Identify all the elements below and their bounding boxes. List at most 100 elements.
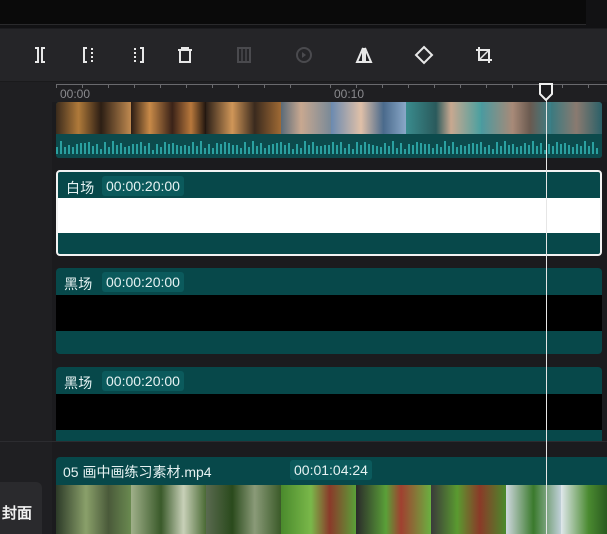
waveform-bar <box>208 144 210 154</box>
delete-icon[interactable] <box>173 43 197 67</box>
mirror-icon[interactable] <box>352 43 376 67</box>
waveform-bar <box>500 146 502 154</box>
black-clip-body <box>56 295 602 331</box>
waveform-bar <box>92 146 94 154</box>
cover-button[interactable]: 封面 <box>0 482 42 534</box>
timeline-toolbar <box>0 29 607 82</box>
waveform-bar <box>356 142 358 154</box>
ruler-tick <box>108 84 109 88</box>
crop-icon[interactable] <box>472 43 496 67</box>
waveform-bar <box>596 148 598 154</box>
waveform-bar <box>376 146 378 154</box>
ruler-label-10s: 00:10 <box>334 87 365 101</box>
waveform-bar <box>568 145 570 154</box>
waveform-bar <box>392 141 394 154</box>
waveform-bar <box>272 144 274 154</box>
waveform-bar <box>292 149 294 154</box>
waveform-bar <box>232 145 234 154</box>
waveform-bar <box>196 146 198 154</box>
waveform-bar <box>184 145 186 154</box>
clip-label: 黑场 <box>64 276 93 292</box>
freeze-frame-icon[interactable] <box>232 43 256 67</box>
ruler-tick <box>434 84 435 88</box>
waveform-bar <box>320 146 322 154</box>
top-panel <box>0 0 607 28</box>
pip-video-clip[interactable]: 05 画中画练习素材.mp4 00:01:04:24 <box>56 457 607 534</box>
clip-duration: 00:01:04:24 <box>290 460 372 480</box>
thumbnail <box>206 485 281 534</box>
playhead-handle[interactable] <box>538 83 554 101</box>
waveform-bar <box>548 144 550 154</box>
thumbnail <box>561 485 607 534</box>
thumbnail <box>206 102 281 134</box>
pip-clip-thumbnails <box>56 485 607 534</box>
waveform-bar <box>460 145 462 154</box>
waveform-bar <box>336 145 338 154</box>
clip-label: 05 画中画练习素材.mp4 <box>63 464 212 480</box>
waveform-bar <box>468 144 470 154</box>
waveform-bar <box>96 144 98 154</box>
waveform-bar <box>424 144 426 154</box>
main-video-clip[interactable] <box>56 102 602 158</box>
black-clip[interactable]: 黑场 00:00:20:00 <box>56 268 602 354</box>
waveform-bar <box>536 146 538 154</box>
waveform-bar <box>516 147 518 154</box>
waveform-bar <box>236 145 238 154</box>
waveform-bar <box>260 143 262 154</box>
waveform-bar <box>284 145 286 154</box>
waveform-bar <box>316 146 318 154</box>
white-clip[interactable]: 白场 00:00:20:00 <box>56 170 602 256</box>
clip-duration: 00:00:20:00 <box>102 371 184 391</box>
waveform-bar <box>268 145 270 154</box>
waveform-bar <box>564 143 566 154</box>
waveform-bar <box>112 141 114 154</box>
ruler-line <box>56 84 607 85</box>
delete-left-icon[interactable] <box>77 43 101 67</box>
waveform-bar <box>140 142 142 154</box>
time-ruler[interactable]: 00:00 00:10 <box>52 82 607 102</box>
waveform-bar <box>360 145 362 154</box>
thumbnail <box>56 485 131 534</box>
thumbnail <box>506 485 561 534</box>
thumbnail <box>356 485 431 534</box>
reverse-icon[interactable] <box>292 43 316 67</box>
waveform-bar <box>116 145 118 154</box>
waveform-bar <box>492 149 494 154</box>
ruler-tick <box>562 84 563 88</box>
waveform-bar <box>248 147 250 154</box>
rotate-icon[interactable] <box>412 43 436 67</box>
waveform-bar <box>300 148 302 154</box>
delete-right-icon[interactable] <box>126 43 150 67</box>
waveform-bar <box>428 144 430 154</box>
waveform-bar <box>100 149 102 154</box>
waveform-bar <box>372 145 374 154</box>
track-header-column <box>0 82 52 534</box>
black-clip-body <box>56 394 602 430</box>
black-clip[interactable]: 黑场 00:00:20:00 <box>56 367 602 441</box>
waveform-bar <box>72 147 74 154</box>
waveform-bar <box>256 146 258 154</box>
waveform-bar <box>156 144 158 154</box>
waveform-bar <box>136 144 138 154</box>
waveform-bar <box>88 142 90 154</box>
waveform-bar <box>76 144 78 154</box>
waveform-bar <box>128 146 130 154</box>
waveform-bar <box>464 146 466 154</box>
waveform-bar <box>228 143 230 154</box>
waveform-bar <box>132 144 134 154</box>
waveform-bar <box>280 142 282 154</box>
playhead-line <box>546 83 547 534</box>
waveform-bar <box>556 142 558 154</box>
thumbnail <box>281 102 331 134</box>
thumbnail <box>431 485 506 534</box>
waveform-bar <box>164 142 166 154</box>
waveform-bar <box>104 142 106 154</box>
waveform-bar <box>328 145 330 154</box>
split-icon[interactable] <box>28 43 52 67</box>
thumbnail <box>551 102 602 134</box>
waveform-bar <box>324 145 326 154</box>
waveform-bar <box>192 142 194 154</box>
waveform-bar <box>532 141 534 154</box>
waveform-bar <box>572 147 574 154</box>
thumbnail <box>56 102 131 134</box>
